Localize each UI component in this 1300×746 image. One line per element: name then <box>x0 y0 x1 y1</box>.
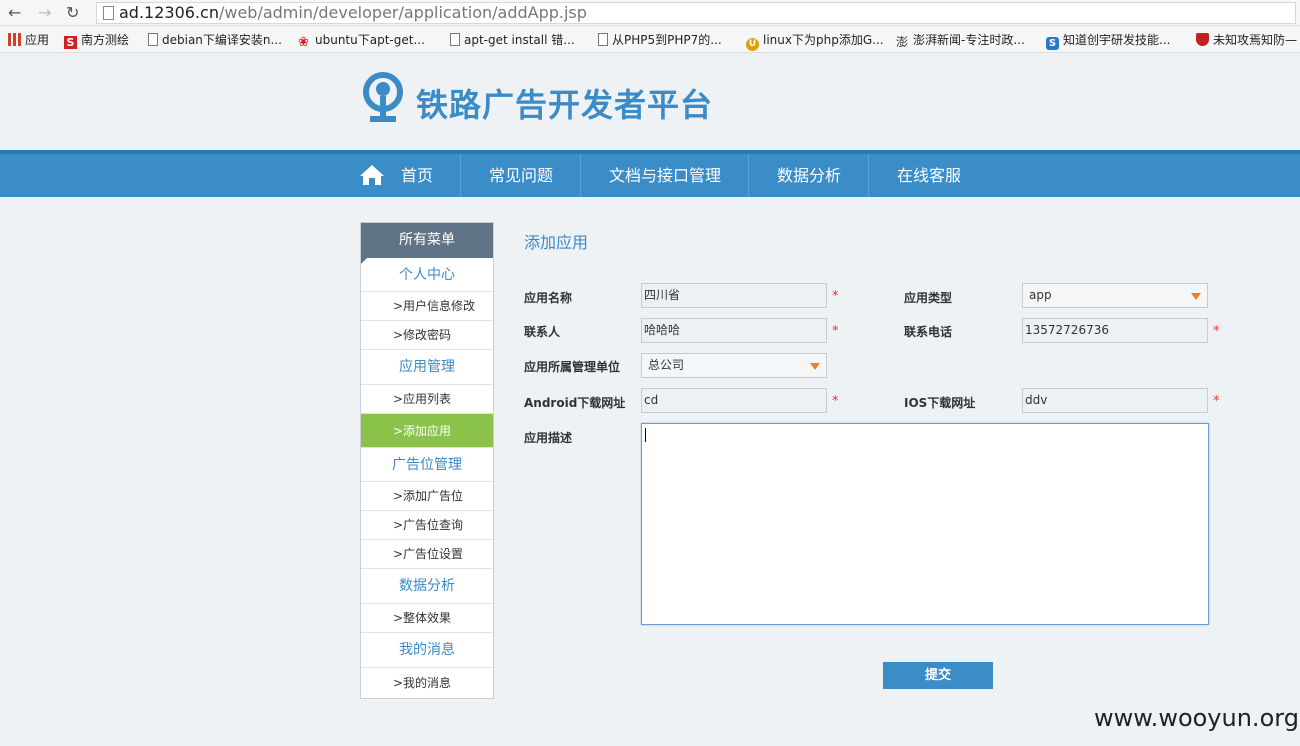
bookmark-item[interactable]: ❀ ubuntu下apt-get... <box>298 32 425 49</box>
sidebar-item-add-app[interactable]: >添加应用 <box>361 414 493 448</box>
main-nav: 首页 常见问题 文档与接口管理 数据分析 在线客服 <box>0 150 1300 197</box>
sidebar-item-my-messages[interactable]: >我的消息 <box>361 668 493 698</box>
bookmark-apps[interactable]: 应用 <box>8 32 49 48</box>
bookmark-item[interactable]: S 南方测绘 <box>64 32 129 49</box>
description-textarea[interactable] <box>641 423 1209 625</box>
dropdown-arrow-icon <box>1191 293 1201 300</box>
required-mark: * <box>1213 324 1220 339</box>
nav-divider <box>748 154 749 197</box>
nav-divider <box>460 154 461 197</box>
sidebar-title: 所有菜单 <box>361 223 493 264</box>
page-title: 添加应用 <box>524 233 589 252</box>
nav-home-label: 首页 <box>401 166 434 185</box>
baidu-paw-icon: ❀ <box>298 35 309 50</box>
railway-logo-icon <box>363 72 403 122</box>
sidebar-item-add-ad-slot[interactable]: >添加广告位 <box>361 482 493 511</box>
page-icon <box>103 6 114 20</box>
nav-docs-api[interactable]: 文档与接口管理 <box>582 154 748 197</box>
s-logo-icon: S <box>64 36 77 49</box>
bookmarks-bar: 应用 S 南方测绘 debian下编译安装n... ❀ ubuntu下apt-get… <box>0 27 1300 53</box>
app-type-value: app <box>1029 288 1052 302</box>
url-field[interactable]: ad.12306.cn/web/admin/developer/applicat… <box>96 2 1296 24</box>
bookmark-item[interactable]: S 知道创宇研发技能... <box>1046 32 1170 50</box>
knownsec-icon: S <box>1046 37 1059 50</box>
submit-button[interactable]: 提交 <box>883 662 993 689</box>
android-url-label: Android下载网址 <box>524 396 626 410</box>
android-url-input[interactable]: cd <box>641 388 827 413</box>
u-circle-icon: U <box>746 38 759 51</box>
bookmark-item[interactable]: 澎澎湃新闻-专注时政... <box>896 32 1025 49</box>
app-type-label: 应用类型 <box>904 291 953 305</box>
sidebar-item-ad-slot-settings[interactable]: >广告位设置 <box>361 540 493 569</box>
bookmark-item[interactable]: debian下编译安装n... <box>148 32 282 48</box>
site-logo-text: 铁路广告开发者平台 <box>416 86 714 124</box>
shield-icon <box>1196 33 1209 46</box>
url-host: ad.12306.cn <box>119 3 219 22</box>
contact-input[interactable]: 哈哈哈 <box>641 318 827 343</box>
sidebar-item-change-password[interactable]: >修改密码 <box>361 321 493 350</box>
contact-label: 联系人 <box>524 325 561 339</box>
apps-grid-icon <box>8 33 21 46</box>
app-name-input[interactable]: 四川省 <box>641 283 827 308</box>
sidebar-group-personal[interactable]: 个人中心 <box>361 258 493 292</box>
phone-label: 联系电话 <box>904 325 953 339</box>
bookmark-item[interactable]: 未知攻焉知防— <box>1196 32 1297 48</box>
phone-input[interactable]: 13572726736 <box>1022 318 1208 343</box>
sidebar-group-messages[interactable]: 我的消息 <box>361 633 493 668</box>
page-icon <box>598 33 608 46</box>
reload-icon[interactable]: ↻ <box>66 3 79 23</box>
url-path: /web/admin/developer/application/addApp.… <box>218 3 587 22</box>
back-arrow-icon[interactable]: ← <box>8 3 21 23</box>
required-mark: * <box>832 324 839 339</box>
description-label: 应用描述 <box>524 431 573 445</box>
page-icon <box>450 33 460 46</box>
app-type-select[interactable]: app <box>1022 283 1208 308</box>
browser-address-bar: ← → ↻ ad.12306.cn/web/admin/developer/ap… <box>0 0 1300 26</box>
bookmark-item[interactable]: apt-get install 错... <box>450 32 575 48</box>
sidebar-group-ad-slots[interactable]: 广告位管理 <box>361 448 493 482</box>
required-mark: * <box>832 289 839 304</box>
forward-arrow-icon[interactable]: → <box>38 3 51 23</box>
required-mark: * <box>832 394 839 409</box>
nav-divider <box>868 154 869 197</box>
required-mark: * <box>1213 394 1220 409</box>
sidebar-item-query-ad-slot[interactable]: >广告位查询 <box>361 511 493 540</box>
ios-url-input[interactable]: ddv <box>1022 388 1208 413</box>
nav-faq[interactable]: 常见问题 <box>462 154 580 197</box>
bookmark-item[interactable]: Ulinux下为php添加G... <box>746 32 884 51</box>
ios-url-label: IOS下载网址 <box>904 396 976 410</box>
nav-divider <box>580 154 581 197</box>
nav-home[interactable]: 首页 <box>356 154 460 197</box>
sidebar-item-overall-effect[interactable]: >整体效果 <box>361 604 493 633</box>
app-name-label: 应用名称 <box>524 291 573 305</box>
sidebar-group-app-management[interactable]: 应用管理 <box>361 350 493 385</box>
dropdown-arrow-icon <box>810 363 820 370</box>
nav-online-service[interactable]: 在线客服 <box>870 154 988 197</box>
nav-analytics[interactable]: 数据分析 <box>750 154 868 197</box>
text-caret <box>645 428 646 442</box>
sidebar-item-app-list[interactable]: >应用列表 <box>361 385 493 414</box>
site-header: 铁路广告开发者平台 <box>0 54 1300 150</box>
watermark: www.wooyun.org <box>1094 704 1299 732</box>
sidebar-group-analytics[interactable]: 数据分析 <box>361 569 493 604</box>
management-unit-select[interactable]: 总公司 <box>641 353 827 378</box>
home-icon <box>360 165 384 185</box>
management-unit-value: 总公司 <box>648 358 685 372</box>
management-unit-label: 应用所属管理单位 <box>524 360 621 374</box>
bookmark-item[interactable]: 从PHP5到PHP7的... <box>598 32 722 48</box>
page-icon <box>148 33 158 46</box>
sidebar-menu: 所有菜单 个人中心 >用户信息修改 >修改密码 应用管理 >应用列表 >添加应用… <box>360 222 494 699</box>
sidebar-item-edit-profile[interactable]: >用户信息修改 <box>361 292 493 321</box>
thepaper-icon: 澎 <box>896 35 909 49</box>
